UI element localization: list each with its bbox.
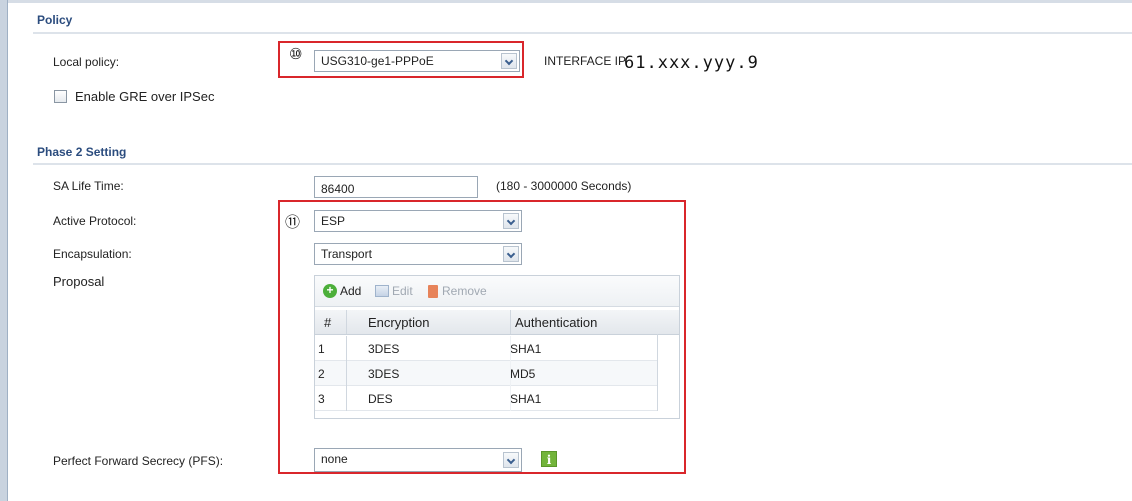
proposal-toolbar: + Add Edit Remove xyxy=(315,276,679,307)
chevron-down-icon[interactable] xyxy=(503,213,519,229)
pfs-value: none xyxy=(321,452,348,466)
add-icon: + xyxy=(323,284,337,298)
encapsulation-label: Encapsulation: xyxy=(53,247,132,261)
header-encryption: Encryption xyxy=(368,315,430,330)
left-frame-border xyxy=(0,0,8,501)
local-policy-select[interactable]: USG310-ge1-PPPoE xyxy=(314,50,520,72)
remove-button[interactable]: Remove xyxy=(428,284,487,298)
local-policy-label: Local policy: xyxy=(53,55,120,69)
proposal-label: Proposal xyxy=(53,274,105,289)
row-authentication: SHA1 xyxy=(510,392,542,406)
chevron-down-icon[interactable] xyxy=(501,53,517,69)
encapsulation-select[interactable]: Transport xyxy=(314,243,522,265)
row-authentication: SHA1 xyxy=(510,342,542,356)
trash-icon xyxy=(428,284,438,298)
chevron-down-icon[interactable] xyxy=(503,452,519,468)
row-encryption: DES xyxy=(368,392,393,406)
row-encryption: 3DES xyxy=(368,367,400,381)
gre-checkbox[interactable] xyxy=(54,90,67,103)
step-marker-10: ⑩ xyxy=(289,45,303,63)
remove-label: Remove xyxy=(442,284,487,298)
phase2-section-title: Phase 2 Setting xyxy=(37,145,127,159)
row-encryption: 3DES xyxy=(368,342,400,356)
policy-section-title: Policy xyxy=(37,13,73,27)
proposal-panel: + Add Edit Remove # Encryption Authentic… xyxy=(314,275,680,419)
gre-label: Enable GRE over IPSec xyxy=(75,89,215,104)
table-row[interactable]: 2 3DES MD5 xyxy=(315,361,657,386)
sa-life-input[interactable]: 86400 xyxy=(314,176,478,198)
sa-life-label: SA Life Time: xyxy=(53,179,124,193)
edit-button[interactable]: Edit xyxy=(375,284,413,298)
local-policy-value: USG310-ge1-PPPoE xyxy=(321,54,434,68)
info-icon[interactable]: i xyxy=(541,451,557,467)
interface-ip-label-text: INTERFACE IP xyxy=(544,54,627,68)
active-protocol-value: ESP xyxy=(321,214,346,228)
row-num: 1 xyxy=(318,342,325,356)
column-divider xyxy=(657,334,658,411)
row-num: 3 xyxy=(318,392,325,406)
column-divider xyxy=(510,336,511,411)
column-divider xyxy=(346,336,347,411)
header-num: # xyxy=(324,315,332,330)
edit-label: Edit xyxy=(392,284,413,298)
add-button[interactable]: + Add xyxy=(323,284,361,298)
table-row[interactable]: 1 3DES SHA1 xyxy=(315,336,657,361)
encapsulation-value: Transport xyxy=(321,247,372,261)
interface-ip-label: INTERFACE IP xyxy=(544,54,626,68)
column-divider xyxy=(346,310,347,334)
interface-ip-value: 61.xxx.yyy.9 xyxy=(624,53,759,73)
add-label: Add xyxy=(340,284,362,298)
sa-life-hint: (180 - 3000000 Seconds) xyxy=(496,179,632,193)
chevron-down-icon[interactable] xyxy=(503,246,519,262)
proposal-table-header: # Encryption Authentication xyxy=(315,310,679,335)
row-num: 2 xyxy=(318,367,325,381)
column-divider xyxy=(510,310,511,334)
step-marker-11: ⑪ xyxy=(285,213,301,231)
top-frame-border xyxy=(8,0,1132,3)
table-row[interactable]: 3 DES SHA1 xyxy=(315,386,657,411)
header-authentication: Authentication xyxy=(515,315,598,330)
row-authentication: MD5 xyxy=(510,367,536,381)
pfs-label: Perfect Forward Secrecy (PFS): xyxy=(53,454,224,468)
policy-section-divider xyxy=(33,32,1132,34)
pfs-select[interactable]: none xyxy=(314,448,522,472)
active-protocol-select[interactable]: ESP xyxy=(314,210,522,232)
edit-icon xyxy=(375,285,389,297)
phase2-section-divider xyxy=(33,163,1132,165)
active-protocol-label: Active Protocol: xyxy=(53,214,137,228)
